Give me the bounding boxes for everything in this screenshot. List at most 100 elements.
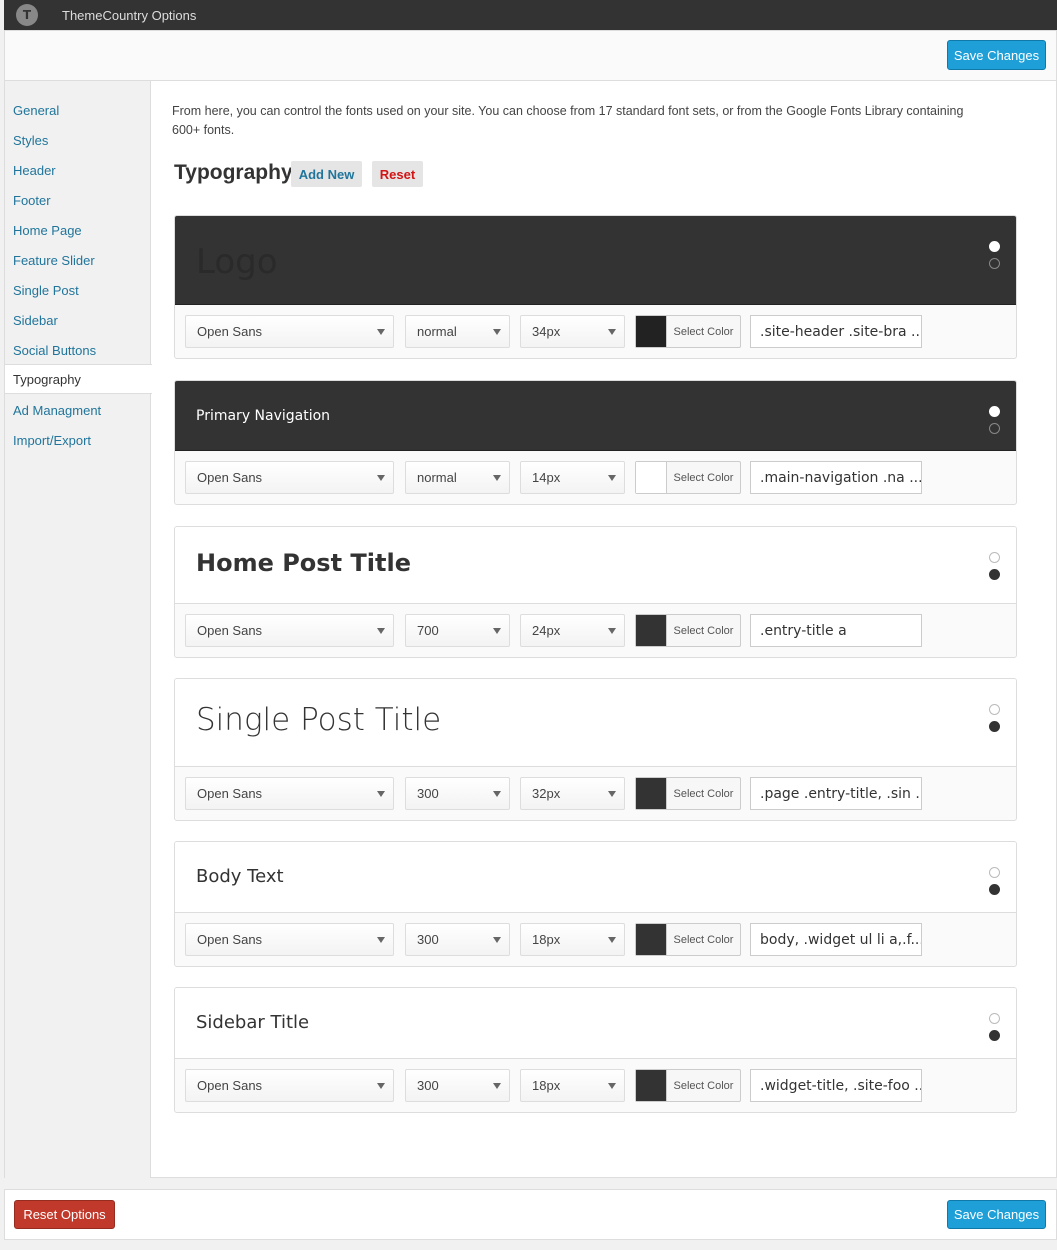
font-family-select[interactable]: Open Sans — [185, 923, 394, 956]
font-size-select[interactable]: 18px — [520, 1069, 625, 1102]
add-new-button[interactable]: Add New — [291, 161, 362, 187]
font-weight-select[interactable]: normal — [405, 461, 510, 494]
color-picker-button[interactable]: Select Color — [635, 923, 741, 956]
preview-bg-light-radio[interactable] — [989, 704, 1000, 715]
intro-text: From here, you can control the fonts use… — [172, 104, 964, 137]
sidebar-item-sidebar[interactable]: Sidebar — [5, 305, 152, 335]
preview-bg-dark-radio[interactable] — [989, 258, 1000, 269]
preview-bg-dark-radio[interactable] — [989, 884, 1000, 895]
wordpress-logo-icon[interactable]: T — [16, 4, 38, 26]
font-controls: Open Sans normal 14px Select Color .main… — [175, 451, 1016, 503]
typography-card-logo: Logo Open Sans normal 34px Select Color … — [174, 215, 1017, 359]
font-weight-select[interactable]: 300 — [405, 1069, 510, 1102]
typography-card-sidebar-title: Sidebar Title Open Sans 300 18px Select … — [174, 987, 1017, 1113]
preview-text-primary-navigation: Primary Navigation — [196, 408, 331, 424]
sidebar-item-single-post[interactable]: Single Post — [5, 275, 152, 305]
options-header: Save Changes — [5, 31, 1056, 81]
options-footer: Reset Options Save Changes — [4, 1189, 1057, 1240]
font-size-select[interactable]: 24px — [520, 614, 625, 647]
css-selector-input[interactable]: .entry-title a — [750, 614, 922, 647]
font-family-select[interactable]: Open Sans — [185, 777, 394, 810]
font-weight-select[interactable]: 700 — [405, 614, 510, 647]
preview-text-logo: Logo — [196, 242, 278, 282]
sidebar-item-ad-managment[interactable]: Ad Managment — [5, 395, 152, 425]
preview-bg-light-radio[interactable] — [989, 1013, 1000, 1024]
preview-bg-dark-radio[interactable] — [989, 721, 1000, 732]
preview-bg-dark-radio[interactable] — [989, 1030, 1000, 1041]
sidebar-item-styles[interactable]: Styles — [5, 125, 152, 155]
font-weight-select[interactable]: normal — [405, 315, 510, 348]
typography-card-primary-navigation: Primary Navigation Open Sans normal 14px… — [174, 380, 1017, 505]
sidebar-item-header[interactable]: Header — [5, 155, 152, 185]
options-sidebar: General Styles Header Footer Home Page F… — [5, 81, 152, 1178]
color-swatch — [636, 462, 667, 493]
preview-area: Logo — [175, 216, 1016, 305]
preview-area: Body Text — [175, 842, 1016, 913]
sidebar-item-social-buttons[interactable]: Social Buttons — [5, 335, 152, 365]
preview-area: Primary Navigation — [175, 381, 1016, 451]
preview-bg-light-radio[interactable] — [989, 241, 1000, 252]
font-weight-select[interactable]: 300 — [405, 923, 510, 956]
sidebar-item-home-page[interactable]: Home Page — [5, 215, 152, 245]
sidebar-item-feature-slider[interactable]: Feature Slider — [5, 245, 152, 275]
sidebar-item-footer[interactable]: Footer — [5, 185, 152, 215]
section-title: Typography — [174, 161, 293, 184]
chevron-down-icon — [493, 628, 501, 634]
sidebar-item-typography[interactable]: Typography — [5, 364, 152, 394]
chevron-down-icon — [608, 1083, 616, 1089]
chevron-down-icon — [377, 937, 385, 943]
typography-card-body-text: Body Text Open Sans 300 18px Select Colo… — [174, 841, 1017, 967]
css-selector-input[interactable]: .main-navigation .na ... — [750, 461, 922, 494]
chevron-down-icon — [493, 937, 501, 943]
chevron-down-icon — [608, 329, 616, 335]
reset-options-button[interactable]: Reset Options — [14, 1200, 115, 1229]
css-selector-input[interactable]: .site-header .site-bra ... — [750, 315, 922, 348]
css-selector-input[interactable]: .widget-title, .site-foo ... — [750, 1069, 922, 1102]
font-size-select[interactable]: 18px — [520, 923, 625, 956]
font-family-select[interactable]: Open Sans — [185, 614, 394, 647]
css-selector-input[interactable]: body, .widget ul li a,.f... — [750, 923, 922, 956]
chevron-down-icon — [608, 628, 616, 634]
font-family-select[interactable]: Open Sans — [185, 461, 394, 494]
save-changes-button-top[interactable]: Save Changes — [947, 40, 1046, 70]
preview-text-body-text: Body Text — [196, 866, 284, 887]
font-controls: Open Sans 300 32px Select Color .page .e… — [175, 767, 1016, 819]
font-size-select[interactable]: 14px — [520, 461, 625, 494]
preview-bg-dark-radio[interactable] — [989, 423, 1000, 434]
color-swatch — [636, 316, 667, 347]
color-swatch — [636, 615, 667, 646]
font-family-select[interactable]: Open Sans — [185, 315, 394, 348]
preview-bg-light-radio[interactable] — [989, 552, 1000, 563]
chevron-down-icon — [377, 1083, 385, 1089]
font-size-select[interactable]: 34px — [520, 315, 625, 348]
chevron-down-icon — [493, 475, 501, 481]
admin-topbar: T ThemeCountry Options — [4, 0, 1057, 30]
color-picker-button[interactable]: Select Color — [635, 614, 741, 647]
typography-card-home-post-title: Home Post Title Open Sans 700 24px Selec… — [174, 526, 1017, 658]
save-changes-button-bottom[interactable]: Save Changes — [947, 1200, 1046, 1229]
chevron-down-icon — [493, 329, 501, 335]
chevron-down-icon — [377, 329, 385, 335]
color-swatch — [636, 1070, 667, 1101]
preview-bg-light-radio[interactable] — [989, 867, 1000, 878]
preview-bg-dark-radio[interactable] — [989, 569, 1000, 580]
font-family-select[interactable]: Open Sans — [185, 1069, 394, 1102]
color-picker-button[interactable]: Select Color — [635, 315, 741, 348]
css-selector-input[interactable]: .page .entry-title, .sin ... — [750, 777, 922, 810]
preview-text-single-post-title: Single Post Title — [196, 702, 442, 738]
preview-bg-light-radio[interactable] — [989, 406, 1000, 417]
preview-area: Sidebar Title — [175, 988, 1016, 1059]
chevron-down-icon — [608, 937, 616, 943]
color-picker-button[interactable]: Select Color — [635, 777, 741, 810]
color-picker-button[interactable]: Select Color — [635, 461, 741, 494]
chevron-down-icon — [608, 475, 616, 481]
font-weight-select[interactable]: 300 — [405, 777, 510, 810]
app-title: ThemeCountry Options — [62, 7, 197, 23]
chevron-down-icon — [493, 791, 501, 797]
sidebar-item-import-export[interactable]: Import/Export — [5, 425, 152, 455]
chevron-down-icon — [377, 628, 385, 634]
font-size-select[interactable]: 32px — [520, 777, 625, 810]
sidebar-item-general[interactable]: General — [5, 95, 152, 125]
reset-button[interactable]: Reset — [372, 161, 423, 187]
color-picker-button[interactable]: Select Color — [635, 1069, 741, 1102]
